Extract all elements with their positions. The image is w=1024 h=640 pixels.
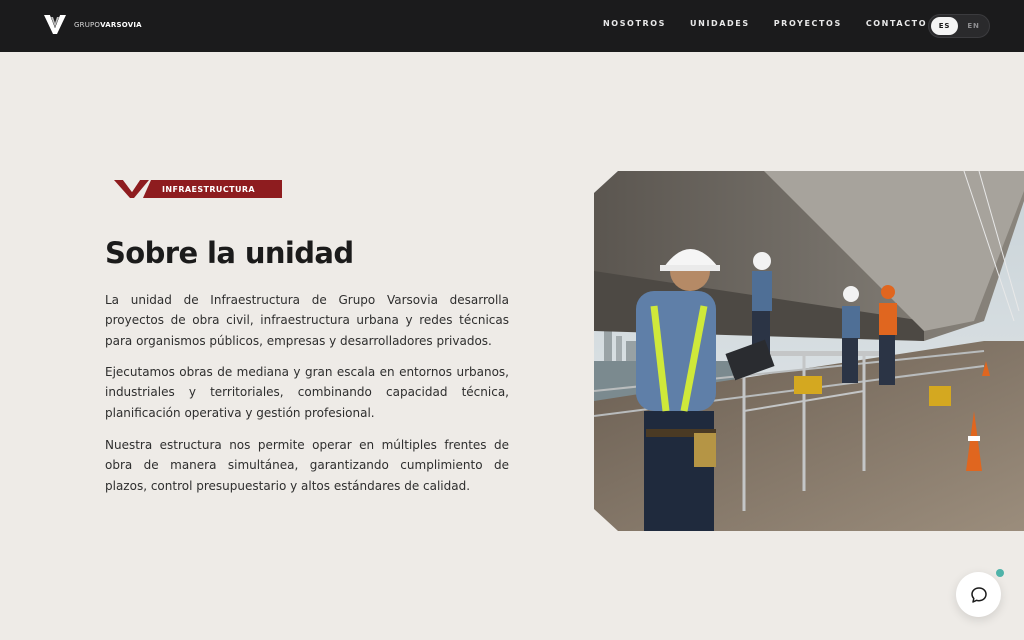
bridge-workers-image: [594, 171, 1024, 531]
section-title: Sobre la unidad: [105, 236, 354, 270]
chat-button[interactable]: [956, 572, 1001, 617]
main-nav: NOSOTROS UNIDADES PROYECTOS CONTACTO: [603, 19, 927, 28]
paragraph-1: La unidad de Infraestructura de Grupo Va…: [105, 293, 509, 348]
lang-en[interactable]: EN: [960, 17, 987, 35]
logo-text: GRUPOVARSOVIA: [74, 21, 142, 29]
nav-contacto[interactable]: CONTACTO: [866, 19, 927, 28]
nav-nosotros[interactable]: NOSOTROS: [603, 19, 666, 28]
logo[interactable]: GRUPOVARSOVIA: [44, 15, 142, 35]
infrastructure-photo: [594, 171, 1024, 531]
nav-unidades[interactable]: UNIDADES: [690, 19, 750, 28]
paragraph-3: Nuestra estructura nos permite operar en…: [105, 438, 509, 493]
badge-label: INFRAESTRUCTURA: [162, 185, 256, 194]
nav-proyectos[interactable]: PROYECTOS: [774, 19, 842, 28]
lang-es[interactable]: ES: [931, 17, 958, 35]
site-header: GRUPOVARSOVIA NOSOTROS UNIDADES PROYECTO…: [0, 0, 1024, 52]
language-switch: ES EN: [928, 14, 990, 38]
chat-notification-dot: [996, 569, 1004, 577]
varsovia-logo-icon: [44, 15, 66, 34]
chat-bubble-icon: [970, 586, 987, 603]
paragraph-2: Ejecutamos obras de mediana y gran escal…: [105, 365, 509, 420]
